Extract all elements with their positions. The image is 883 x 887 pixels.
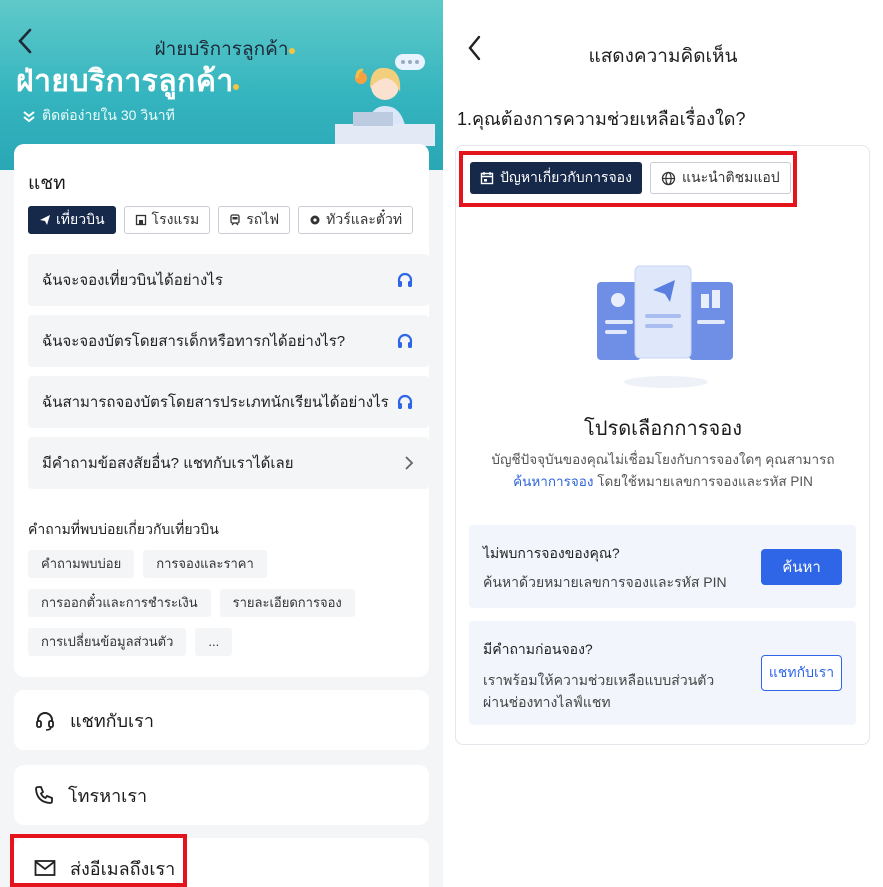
- nav-title: แสดงความคิดเห็น: [588, 46, 738, 67]
- hero-title: ฝ่ายบริการลูกค้า: [16, 65, 234, 98]
- call-us-label: โทรหาเรา: [68, 785, 148, 806]
- chip[interactable]: การเปลี่ยนข้อมูลส่วนตัว: [28, 628, 187, 656]
- tour-icon: [310, 215, 320, 225]
- chip[interactable]: คำถามพบบ่อย: [28, 550, 135, 578]
- headset-icon: [36, 712, 54, 731]
- hero-dot-icon: [233, 84, 239, 90]
- chevron-right-icon: [405, 456, 414, 470]
- train-icon: [230, 214, 240, 226]
- tab-label: เที่ยวบิน: [56, 211, 105, 227]
- pre-booking-title: มีคำถามก่อนจอง?: [483, 641, 593, 657]
- tab-label: โรงแรม: [151, 211, 200, 227]
- chip[interactable]: การจองและราคา: [143, 550, 267, 578]
- tab-label: ทัวร์และตั๋วท่: [326, 211, 403, 227]
- call-us-row[interactable]: โทรหาเรา: [14, 765, 429, 825]
- tab-label: รถไฟ: [246, 211, 280, 227]
- faq-label: มีคำถามข้อสงสัยอื่น? แชทกับเราได้เลย: [42, 455, 294, 472]
- faq-item[interactable]: ฉันสามารถจองบัตรโดยสารประเภทนักเรียนได้อ…: [28, 376, 429, 428]
- customer-service-screen: ฝ่ายบริการลูกค้า ฝ่ายบริการลูกค้า ติดต่อ…: [0, 0, 443, 887]
- pre-booking-box: มีคำถามก่อนจอง? เราพร้อมให้ความช่วยเหลือ…: [469, 621, 856, 725]
- headset-icon: [397, 394, 413, 409]
- faq-item-other[interactable]: มีคำถามข้อสงสัยอื่น? แชทกับเราได้เลย: [28, 437, 429, 489]
- hero-subtitle-text: ติดต่อง่ายใน 30 วินาที: [42, 107, 175, 123]
- desc-text-1: บัญชีปัจจุบันของคุณไม่เชื่อมโยงกับการจอง…: [491, 452, 835, 467]
- faq-label: ฉันจะจองบัตรโดยสารเด็กหรือทารกได้อย่างไร…: [42, 333, 346, 350]
- question-heading: 1.คุณต้องการความช่วยเหลือเรื่องใด?: [457, 109, 746, 129]
- select-booking-title: โปรดเลือกการจอง: [584, 418, 742, 440]
- faq-label: ฉันจะจองเที่ยวบินได้อย่างไร: [42, 272, 223, 289]
- not-found-desc: ค้นหาด้วยหมายเลขการจองและรหัส PIN: [483, 574, 727, 590]
- select-booking-description: บัญชีปัจจุบันของคุณไม่เชื่อมโยงกับการจอง…: [463, 449, 863, 493]
- headset-icon: [397, 272, 413, 287]
- pre-booking-desc-2: ผ่านช่องทางไลฟ์แชท: [483, 694, 611, 710]
- highlight-email-us: [10, 834, 187, 887]
- chat-us-label: แชทกับเรา: [70, 710, 154, 731]
- tab-flights[interactable]: เที่ยวบิน: [28, 206, 116, 234]
- booking-not-found-box: ไม่พบการจองของคุณ? ค้นหาด้วยหมายเลขการจอ…: [469, 525, 856, 608]
- search-booking-link[interactable]: ค้นหาการจอง: [513, 474, 593, 489]
- chat-card: แชท เที่ยวบิน โรงแรม รถไฟ ทัวร์และตั๋วท่…: [14, 144, 429, 677]
- tab-tours[interactable]: ทัวร์และตั๋วท่: [298, 206, 414, 234]
- booking-illustration: [597, 265, 733, 388]
- faq-label: ฉันสามารถจองบัตรโดยสารประเภทนักเรียนได้อ…: [42, 394, 389, 411]
- search-button[interactable]: ค้นหา: [761, 549, 842, 585]
- chat-card-title: แชท: [28, 173, 66, 194]
- not-found-title: ไม่พบการจองของคุณ?: [483, 545, 620, 561]
- faq-chips: คำถามพบบ่อย การจองและราคาการออกตั๋วและการ…: [28, 550, 418, 667]
- faq-heading: คำถามที่พบบ่อยเกี่ยวกับเที่ยวบิน: [28, 521, 219, 537]
- desc-text-2: โดยใช้หมายเลขการจองและรหัส PIN: [597, 474, 813, 489]
- chip-more[interactable]: ...: [195, 628, 233, 656]
- chat-with-us-button[interactable]: แชทกับเรา: [761, 655, 842, 691]
- category-tabs: เที่ยวบิน โรงแรม รถไฟ ทัวร์และตั๋วท่: [28, 206, 429, 236]
- hotel-icon: [135, 214, 146, 226]
- tab-trains[interactable]: รถไฟ: [218, 206, 291, 234]
- plane-icon: [40, 215, 50, 225]
- headset-icon: [397, 333, 413, 348]
- feedback-screen: แสดงความคิดเห็น 1.คุณต้องการความช่วยเหลื…: [443, 0, 883, 887]
- title-dot-icon: [289, 48, 295, 54]
- tab-hotels[interactable]: โรงแรม: [123, 206, 211, 234]
- faq-item[interactable]: ฉันจะจองเที่ยวบินได้อย่างไร: [28, 254, 429, 306]
- pre-booking-desc-1: เราพร้อมให้ความช่วยเหลือแบบส่วนตัว: [483, 672, 715, 688]
- double-chevron-down-icon: [23, 111, 35, 123]
- chip[interactable]: รายละเอียดการจอง: [219, 589, 355, 617]
- chip[interactable]: การออกตั๋วและการชำระเงิน: [28, 589, 211, 617]
- chat-us-row[interactable]: แชทกับเรา: [14, 690, 429, 750]
- hero-subtitle: ติดต่อง่ายใน 30 วินาที: [22, 105, 175, 127]
- support-agent-illustration: [335, 54, 435, 146]
- highlight-tabs: [459, 151, 797, 207]
- phone-icon: [35, 786, 53, 804]
- faq-item[interactable]: ฉันจะจองบัตรโดยสารเด็กหรือทารกได้อย่างไร…: [28, 315, 429, 367]
